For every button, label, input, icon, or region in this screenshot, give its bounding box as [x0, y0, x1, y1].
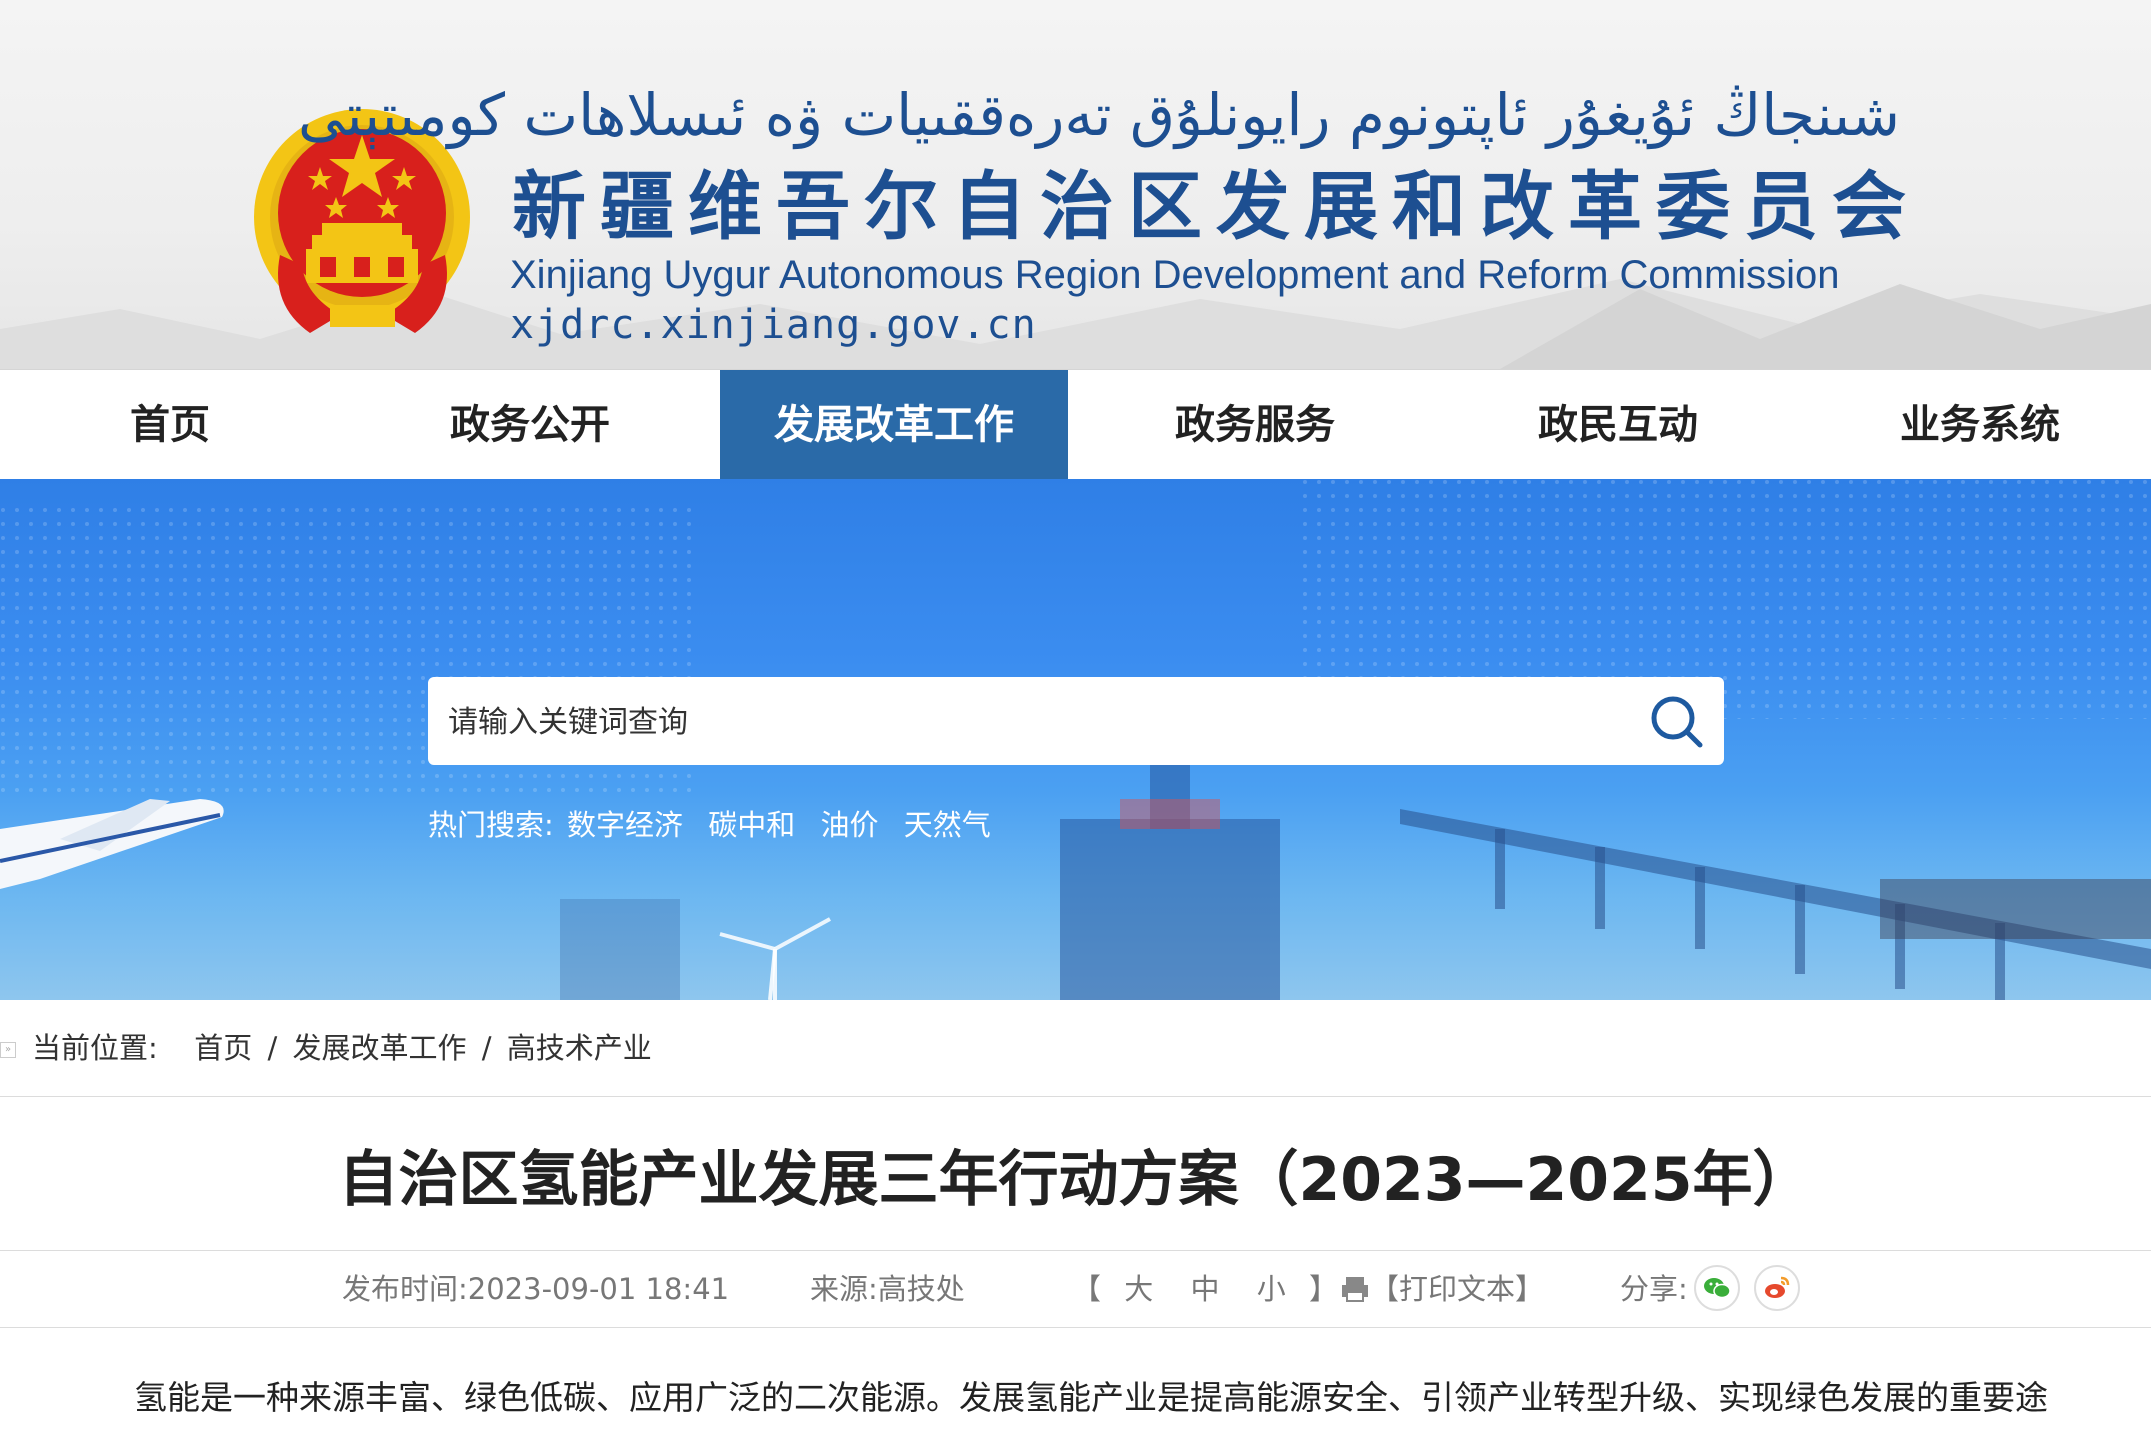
- search-icon: [1651, 696, 1703, 748]
- publish-time: 发布时间:2023-09-01 18:41: [342, 1251, 729, 1327]
- hot-search-term[interactable]: 数字经济: [567, 808, 683, 842]
- nav-gov-affairs-open[interactable]: 政务公开: [360, 370, 700, 480]
- wechat-share-button[interactable]: [1694, 1265, 1740, 1311]
- font-size-switcher: 【 大 中 小 】: [1072, 1251, 1338, 1327]
- search-button[interactable]: [1646, 691, 1706, 751]
- font-size-medium[interactable]: 中: [1190, 1272, 1219, 1306]
- breadcrumb-home[interactable]: 首页: [194, 1031, 252, 1065]
- site-title-chinese: 新疆维吾尔自治区发展和改革委员会: [512, 164, 1920, 250]
- site-header: شىنجاڭ ئۇيغۇر ئاپتونوم رايونلۇق تەرەققىي…: [0, 0, 2151, 369]
- breadcrumb-separator: /: [267, 1031, 278, 1065]
- hot-search-label: 热门搜索:: [428, 808, 554, 842]
- breadcrumb-high-tech-industry[interactable]: 高技术产业: [507, 1031, 652, 1065]
- font-size-small[interactable]: 小: [1257, 1272, 1286, 1306]
- print-button[interactable]: 【打印文本】: [1340, 1251, 1544, 1327]
- publish-time-label: 发布时间:: [342, 1272, 468, 1306]
- nav-home[interactable]: 首页: [0, 370, 340, 480]
- breadcrumb-label: 当前位置:: [32, 1031, 158, 1065]
- publish-time-value: 2023-09-01 18:41: [467, 1272, 730, 1306]
- print-label: 【打印文本】: [1370, 1272, 1545, 1306]
- source-label: 来源:: [810, 1272, 878, 1306]
- article-first-paragraph: 氢能是一种来源丰富、绿色低碳、应用广泛的二次能源。发展氢能产业是提高能源安全、引…: [134, 1378, 2048, 1417]
- nav-public-interaction[interactable]: 政民互动: [1448, 370, 1788, 480]
- breadcrumb-development-reform-work[interactable]: 发展改革工作: [292, 1031, 466, 1065]
- breadcrumb-separator: /: [481, 1031, 492, 1065]
- weibo-share-button[interactable]: [1754, 1265, 1800, 1311]
- site-domain: xjdrc.xinjiang.gov.cn: [510, 302, 1037, 348]
- search-box: [428, 677, 1724, 767]
- site-title-english: Xinjiang Uygur Autonomous Region Develop…: [510, 253, 1840, 297]
- article-source: 来源:高技处: [810, 1251, 965, 1327]
- font-size-bracket-open: 【: [1072, 1272, 1102, 1306]
- hot-searches: 热门搜索: 数字经济 碳中和 油价 天然气: [428, 803, 1007, 847]
- print-icon: [1342, 1277, 1368, 1302]
- weibo-icon: [1765, 1276, 1790, 1298]
- font-size-bracket-close: 】: [1308, 1272, 1338, 1306]
- article-title: 自治区氢能产业发展三年行动方案（2023—2025年）: [338, 1145, 1813, 1215]
- nav-business-systems[interactable]: 业务系统: [1810, 370, 2150, 480]
- nav-gov-services[interactable]: 政务服务: [1085, 370, 1425, 480]
- wechat-icon: [1704, 1278, 1731, 1299]
- location-icon: »: [0, 1042, 16, 1058]
- article-meta: 发布时间:2023-09-01 18:41 来源:高技处 【 大 中 小 】 【…: [0, 1250, 2151, 1328]
- main-nav: 首页 政务公开 发展改革工作 政务服务 政民互动 业务系统: [0, 369, 2151, 480]
- breadcrumb: » 当前位置: 首页 / 发展改革工作 / 高技术产业: [0, 1000, 2151, 1097]
- font-size-large[interactable]: 大: [1124, 1272, 1153, 1306]
- nav-development-reform-work[interactable]: 发展改革工作: [720, 370, 1068, 480]
- search-input[interactable]: [446, 677, 1600, 767]
- hot-search-term[interactable]: 油价: [820, 808, 878, 842]
- source-value: 高技处: [877, 1272, 965, 1306]
- hot-search-term[interactable]: 碳中和: [708, 808, 795, 842]
- uyghur-title: شىنجاڭ ئۇيغۇر ئاپتونوم رايونلۇق تەرەققىي…: [298, 81, 1900, 149]
- share-label: 分享:: [1620, 1272, 1688, 1306]
- hot-search-term[interactable]: 天然气: [904, 808, 991, 842]
